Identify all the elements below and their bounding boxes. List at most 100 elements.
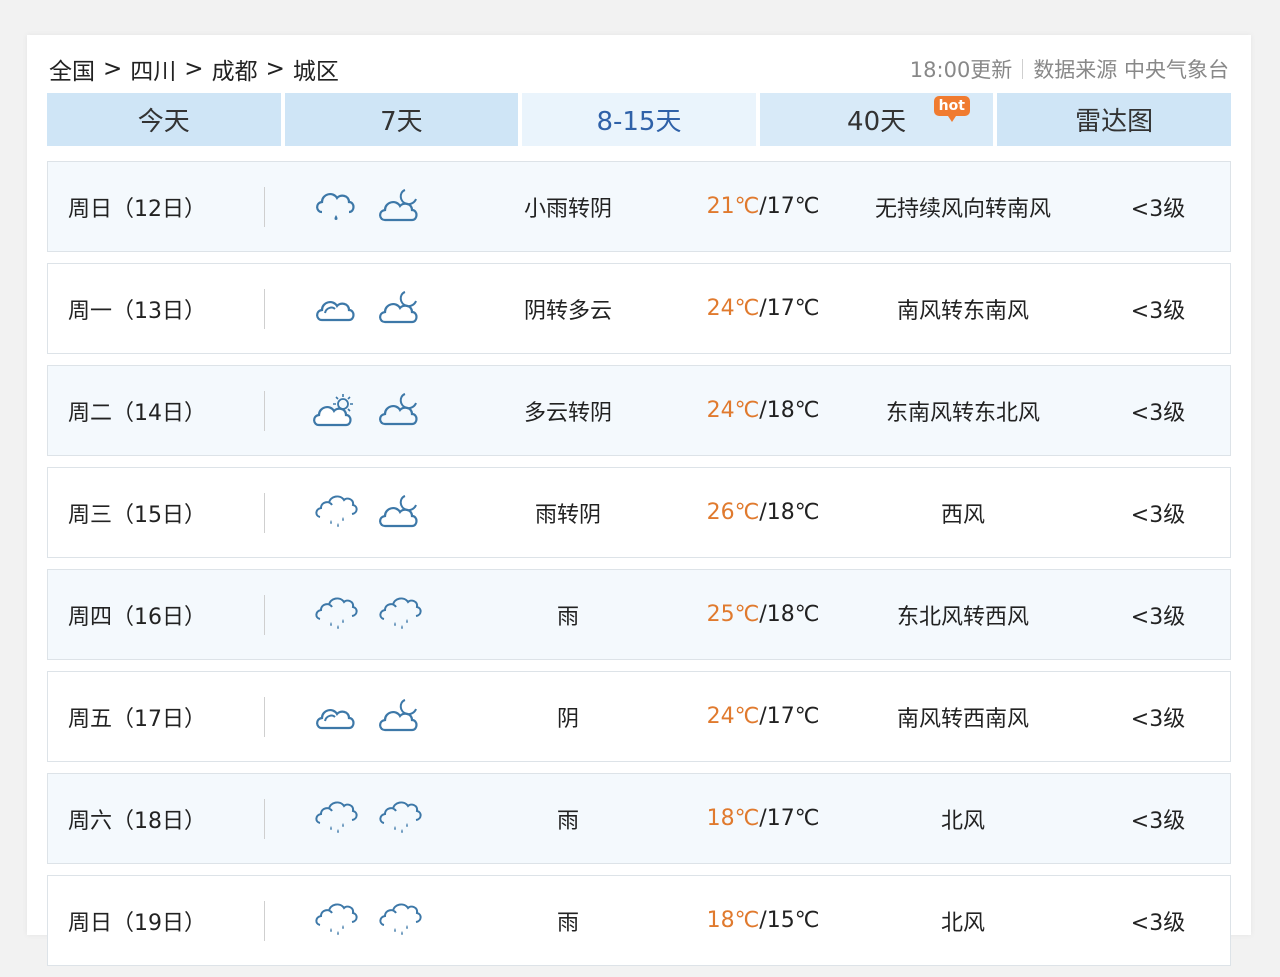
forecast-row: 周一（13日） 阴转多云 24℃/17℃ 南风转东南风 <3级	[47, 263, 1231, 354]
rain-icon	[310, 899, 362, 943]
low-temperature: /17℃	[759, 806, 820, 831]
tab-label: 雷达图	[1075, 107, 1154, 137]
temperature: 25℃/18℃	[688, 570, 838, 659]
breadcrumb-separator: >	[265, 56, 285, 82]
breadcrumb-separator: >	[184, 56, 204, 82]
high-temperature: 18℃	[706, 806, 760, 831]
forecast-day: 周日（19日）	[68, 910, 206, 936]
wind-level: <3级	[1130, 502, 1186, 528]
rain-icon	[374, 899, 426, 943]
tab-label: 7天	[380, 107, 423, 137]
high-temperature: 24℃	[706, 704, 760, 729]
temperature: 24℃/18℃	[688, 366, 838, 455]
row-divider	[264, 289, 265, 329]
low-temperature: /17℃	[759, 704, 820, 729]
update-info: 18:00更新 数据来源 中央气象台	[910, 54, 1229, 84]
low-temperature: /18℃	[759, 602, 820, 627]
forecast-day: 周一（13日）	[68, 298, 206, 324]
row-divider	[264, 391, 265, 431]
low-temperature: /17℃	[759, 296, 820, 321]
weather-icons	[310, 162, 426, 251]
rain-icon	[310, 491, 362, 535]
temperature: 24℃/17℃	[688, 672, 838, 761]
weather-icons	[310, 468, 426, 557]
cloud-moon-icon	[374, 288, 426, 330]
wind-level: <3级	[1130, 298, 1186, 324]
forecast-row: 周日（19日） 雨 18℃/15℃ 北风 <3级	[47, 875, 1231, 966]
forecast-tabs: 今天 7天 8-15天 40天 hot 雷达图	[47, 93, 1231, 146]
breadcrumb: 全国 > 四川 > 成都 > 城区	[49, 52, 339, 86]
forecast-day: 周日（12日）	[68, 196, 206, 222]
forecast-row: 周二（14日） 多云转阴 24℃/18℃ 东南风转东北风 <3级	[47, 365, 1231, 456]
wind-level: <3级	[1130, 196, 1186, 222]
row-divider	[264, 697, 265, 737]
rain-icon	[374, 593, 426, 637]
wind-direction: 北风	[940, 910, 985, 936]
wind-level: <3级	[1130, 910, 1186, 936]
weather-description: 雨	[556, 604, 579, 630]
wind-direction: 东北风转西风	[896, 604, 1029, 630]
temperature: 21℃/17℃	[688, 162, 838, 251]
weather-description: 雨转阴	[534, 502, 601, 528]
tab-label: 40天	[847, 107, 907, 137]
tab-label: 8-15天	[596, 107, 682, 137]
tab-7-days[interactable]: 7天	[284, 93, 519, 146]
cloud-icon	[310, 697, 362, 737]
temperature: 18℃/15℃	[688, 876, 838, 965]
wind-level: <3级	[1130, 604, 1186, 630]
temperature: 18℃/17℃	[688, 774, 838, 863]
wind-direction: 无持续风向转南风	[874, 196, 1051, 222]
wind-level: <3级	[1130, 400, 1186, 426]
weather-description: 多云转阴	[523, 400, 612, 426]
cloud-moon-icon	[374, 390, 426, 432]
row-divider	[264, 595, 265, 635]
forecast-day: 周三（15日）	[68, 502, 206, 528]
weather-description: 雨	[556, 808, 579, 834]
weather-card: 全国 > 四川 > 成都 > 城区 18:00更新 数据来源 中央气象台 今天 …	[27, 35, 1251, 966]
high-temperature: 25℃	[706, 602, 760, 627]
forecast-row: 周四（16日） 雨 25℃/18℃ 东北风转西风 <3级	[47, 569, 1231, 660]
high-temperature: 26℃	[706, 500, 760, 525]
low-temperature: /18℃	[759, 398, 820, 423]
forecast-row: 周五（17日） 阴 24℃/17℃ 南风转西南风 <3级	[47, 671, 1231, 762]
wind-direction: 南风转东南风	[896, 298, 1029, 324]
breadcrumb-item-national[interactable]: 全国	[49, 52, 95, 86]
low-temperature: /18℃	[759, 500, 820, 525]
forecast-day: 周二（14日）	[68, 400, 206, 426]
temperature: 26℃/18℃	[688, 468, 838, 557]
breadcrumb-item-city[interactable]: 成都	[212, 52, 258, 86]
forecast-row: 周六（18日） 雨 18℃/17℃ 北风 <3级	[47, 773, 1231, 864]
cloud-moon-icon	[374, 696, 426, 738]
cloud-icon	[310, 289, 362, 329]
rain-icon	[310, 797, 362, 841]
forecast-row: 周日（12日） 小雨转阴 21℃/17℃ 无持续风向转南风 <3级	[47, 161, 1231, 252]
rain-icon	[310, 593, 362, 637]
top-bar: 全国 > 四川 > 成都 > 城区 18:00更新 数据来源 中央气象台	[49, 53, 1229, 85]
low-temperature: /15℃	[759, 908, 820, 933]
weather-icons	[310, 876, 426, 965]
update-time: 18:00更新	[909, 58, 1013, 82]
breadcrumb-item-district[interactable]: 城区	[293, 52, 339, 86]
tab-radar[interactable]: 雷达图	[997, 93, 1231, 146]
breadcrumb-item-province[interactable]: 四川	[130, 52, 176, 86]
low-temperature: /17℃	[759, 194, 820, 219]
hot-badge: hot	[933, 96, 970, 122]
weather-description: 雨	[556, 910, 579, 936]
row-divider	[264, 493, 265, 533]
breadcrumb-separator: >	[103, 56, 123, 82]
cloud-moon-icon	[374, 492, 426, 534]
wind-level: <3级	[1130, 706, 1186, 732]
temperature: 24℃/17℃	[688, 264, 838, 353]
weather-icons	[310, 366, 426, 455]
cloud-rain-icon	[310, 185, 362, 229]
tab-today[interactable]: 今天	[47, 93, 281, 146]
row-divider	[264, 901, 265, 941]
row-divider	[264, 799, 265, 839]
data-source: 数据来源 中央气象台	[1033, 58, 1229, 82]
tab-label: 今天	[137, 107, 190, 137]
tab-8-15-days[interactable]: 8-15天	[522, 93, 756, 146]
row-divider	[264, 187, 265, 227]
tab-40-days[interactable]: 40天 hot	[759, 93, 994, 146]
rain-icon	[374, 797, 426, 841]
cloud-sun-icon	[310, 390, 362, 432]
